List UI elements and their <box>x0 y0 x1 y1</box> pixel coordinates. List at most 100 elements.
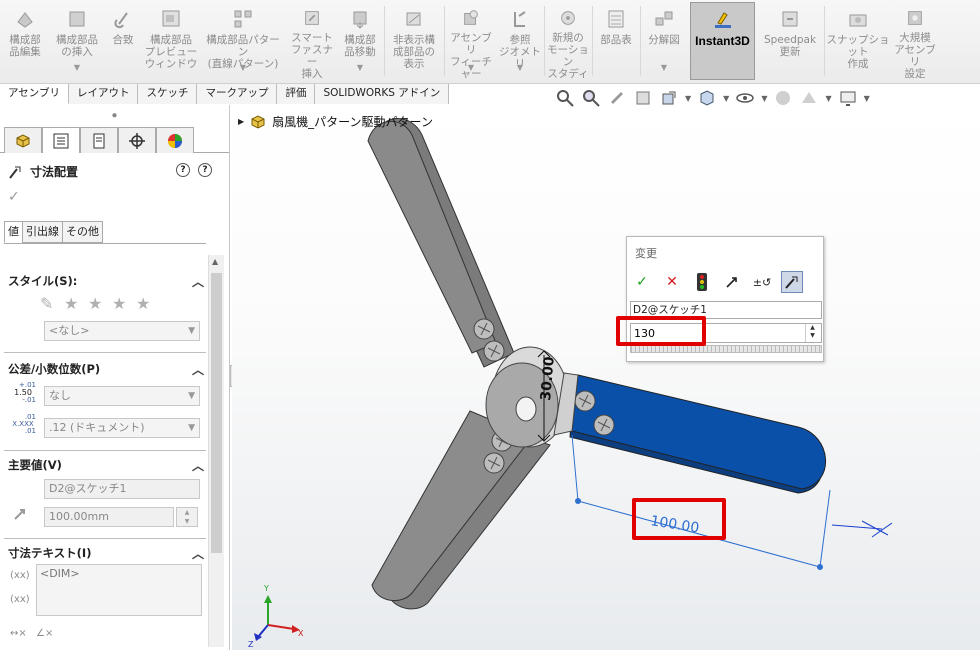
tab-markup[interactable]: マークアップ <box>197 84 278 104</box>
reference-geometry-button[interactable]: 参照 ジオメトリ ▼ <box>498 2 542 80</box>
tab-evaluate[interactable]: 評価 <box>277 84 316 104</box>
fan-model-scene[interactable]: 30.00 100.00 Y X Z <box>232 105 980 650</box>
modify-thumbwheel[interactable] <box>630 345 822 353</box>
exploded-view-button[interactable]: 分解図 ▼ <box>642 2 686 80</box>
delete-style-icon[interactable]: ★ <box>112 294 126 313</box>
length-dimension-label[interactable]: 100.00 <box>649 513 700 536</box>
speedpak-button[interactable]: Speedpak 更新 <box>758 2 822 80</box>
tab-value[interactable]: 値 <box>4 221 23 243</box>
tab-configuration-manager[interactable] <box>80 127 118 153</box>
dynamic-annotation-icon[interactable] <box>659 88 679 108</box>
ok-checkmark-icon[interactable]: ✓ <box>8 189 20 205</box>
cancel-x-icon[interactable]: ✕ <box>661 271 683 293</box>
apply-scene-icon[interactable] <box>799 88 819 108</box>
dimension-palette-glyph[interactable] <box>831 520 893 538</box>
update-style-icon[interactable]: ★ <box>88 294 102 313</box>
motion-study-button[interactable]: 新規の モーション スタディ <box>546 2 590 80</box>
move-component-button[interactable]: 構成部 品移動 ▼ <box>338 2 382 80</box>
dimension-text-link-icon[interactable]: (xx) <box>10 570 30 581</box>
edit-appearance-icon[interactable] <box>773 88 793 108</box>
modify-value-input[interactable] <box>630 323 822 343</box>
whats-wrong-icon[interactable]: ? <box>176 163 190 177</box>
blade-upper[interactable] <box>367 118 515 368</box>
tab-feature-tree[interactable] <box>4 127 42 153</box>
component-preview-button[interactable]: 構成部品 プレビュー ウィンドウ <box>142 2 200 80</box>
collapse-caret-icon[interactable]: ︿ <box>192 361 204 378</box>
edit-component-button[interactable]: 構成部 品編集 <box>2 2 48 80</box>
assembly-feature-button[interactable]: アセンブリ フィーチャー ▼ <box>446 2 496 80</box>
panel-grip[interactable]: ⦁ <box>0 105 229 127</box>
chevron-down-icon[interactable]: ▼ <box>864 94 870 103</box>
collapse-caret-icon[interactable]: ︿ <box>192 273 204 290</box>
dimension-text-override-icon[interactable]: (xx) <box>10 594 30 605</box>
smart-fasteners-button[interactable]: スマート ファスナー 挿入 <box>288 2 336 80</box>
linear-pattern-button[interactable]: 構成部品パターン (直線パターン) ▼ <box>202 2 284 80</box>
primary-value-field[interactable]: 100.00mm <box>44 507 174 527</box>
primary-value-group-header[interactable]: 主要値(V) ︿ <box>8 456 204 474</box>
bom-button[interactable]: 部品表 <box>594 2 638 80</box>
zoom-to-fit-icon[interactable] <box>555 88 575 108</box>
collapse-caret-icon[interactable]: ︿ <box>192 545 204 562</box>
chevron-down-icon[interactable]: ▼ <box>240 62 246 74</box>
blade-selected-blue[interactable] <box>553 372 827 494</box>
tab-addins[interactable]: SOLIDWORKS アドイン <box>315 84 450 104</box>
dimension-text-group-header[interactable]: 寸法テキスト(I) ︿ <box>8 544 204 562</box>
hide-show-items-icon[interactable] <box>735 88 755 108</box>
graphics-area[interactable]: 30.00 100.00 Y X Z ▶ 扇風機_パターン駆動パターン <box>232 105 980 650</box>
tolerance-group-header[interactable]: 公差/小数位数(P) ︿ <box>8 360 204 378</box>
angle-symbol-icon[interactable]: ∠× <box>36 628 53 639</box>
section-view-icon[interactable] <box>633 88 653 108</box>
tab-sketch[interactable]: スケッチ <box>138 84 198 104</box>
chevron-down-icon[interactable]: ▼ <box>468 62 474 74</box>
reset-spin-increment-icon[interactable]: ±↺ <box>751 271 773 293</box>
instant3d-button[interactable]: Instant3D <box>690 2 755 80</box>
previous-view-icon[interactable] <box>607 88 627 108</box>
primary-value-spinner[interactable]: ▲ ▼ <box>176 507 198 527</box>
tab-assembly[interactable]: アセンブリ <box>0 84 69 104</box>
zoom-to-area-icon[interactable] <box>581 88 601 108</box>
show-hidden-button[interactable]: 非表示構 成部品の 表示 <box>386 2 442 80</box>
precision-select[interactable]: .12 (ドキュメント) ▼ <box>44 418 200 438</box>
reverse-sense-icon[interactable] <box>721 271 743 293</box>
apply-style-icon[interactable]: ✎ <box>40 294 53 313</box>
chevron-down-icon[interactable]: ▼ <box>74 62 80 74</box>
large-assembly-button[interactable]: 大規模 アセンブリ 設定 <box>892 2 938 80</box>
save-style-icon[interactable]: ★ <box>136 294 150 313</box>
style-group-header[interactable]: スタイル(S): ︿ <box>8 272 204 290</box>
dimension-text-area[interactable]: <DIM> <box>36 564 202 616</box>
symbol-insert-icon[interactable]: ↔× <box>10 628 27 639</box>
mark-dimension-for-drawing-icon[interactable] <box>781 271 803 293</box>
chevron-down-icon[interactable]: ▼ <box>825 94 831 103</box>
style-select[interactable]: <なし> ▼ <box>44 321 200 341</box>
view-orientation-icon[interactable] <box>697 88 717 108</box>
rebuild-traffic-light-icon[interactable] <box>691 271 713 293</box>
tab-leaders[interactable]: 引出線 <box>22 221 63 243</box>
chevron-down-icon[interactable]: ▼ <box>661 62 667 74</box>
chevron-down-icon[interactable]: ▼ <box>723 94 729 103</box>
ok-checkmark-icon[interactable]: ✓ <box>631 271 653 293</box>
help-icon[interactable]: ? <box>198 163 212 177</box>
tab-layout[interactable]: レイアウト <box>68 84 139 104</box>
tab-dimxpert-manager[interactable] <box>118 127 156 153</box>
snapshot-button[interactable]: スナップショット 作成 <box>826 2 890 80</box>
chevron-down-icon[interactable]: ▼ <box>761 94 767 103</box>
modify-value-spinner[interactable]: ▲ ▼ <box>805 324 819 342</box>
mate-button[interactable]: 合致 <box>106 2 140 80</box>
chevron-down-icon[interactable]: ▼ <box>357 62 363 74</box>
tab-property-manager[interactable] <box>42 127 80 153</box>
chevron-down-icon[interactable]: ▼ <box>685 94 691 103</box>
chevron-down-icon[interactable]: ▼ <box>517 62 523 74</box>
expand-triangle-icon[interactable]: ▶ <box>238 117 244 126</box>
pm-scrollbar[interactable]: ▲ <box>208 255 224 647</box>
tab-other[interactable]: その他 <box>62 221 103 243</box>
tolerance-select[interactable]: なし ▼ <box>44 386 200 406</box>
scroll-thumb[interactable] <box>211 273 222 553</box>
add-style-icon[interactable]: ★ <box>64 294 78 313</box>
view-settings-icon[interactable] <box>838 88 858 108</box>
insert-component-button[interactable]: 構成部品 の挿入 ▼ <box>50 2 104 80</box>
feature-tree-flyout[interactable]: ▶ 扇風機_パターン駆動パターン <box>238 113 433 130</box>
scroll-up-icon[interactable]: ▲ <box>212 257 218 266</box>
primary-dimension-name-field[interactable]: D2@スケッチ1 <box>44 479 200 499</box>
tab-display-manager[interactable] <box>156 127 194 153</box>
collapse-caret-icon[interactable]: ︿ <box>192 457 204 474</box>
